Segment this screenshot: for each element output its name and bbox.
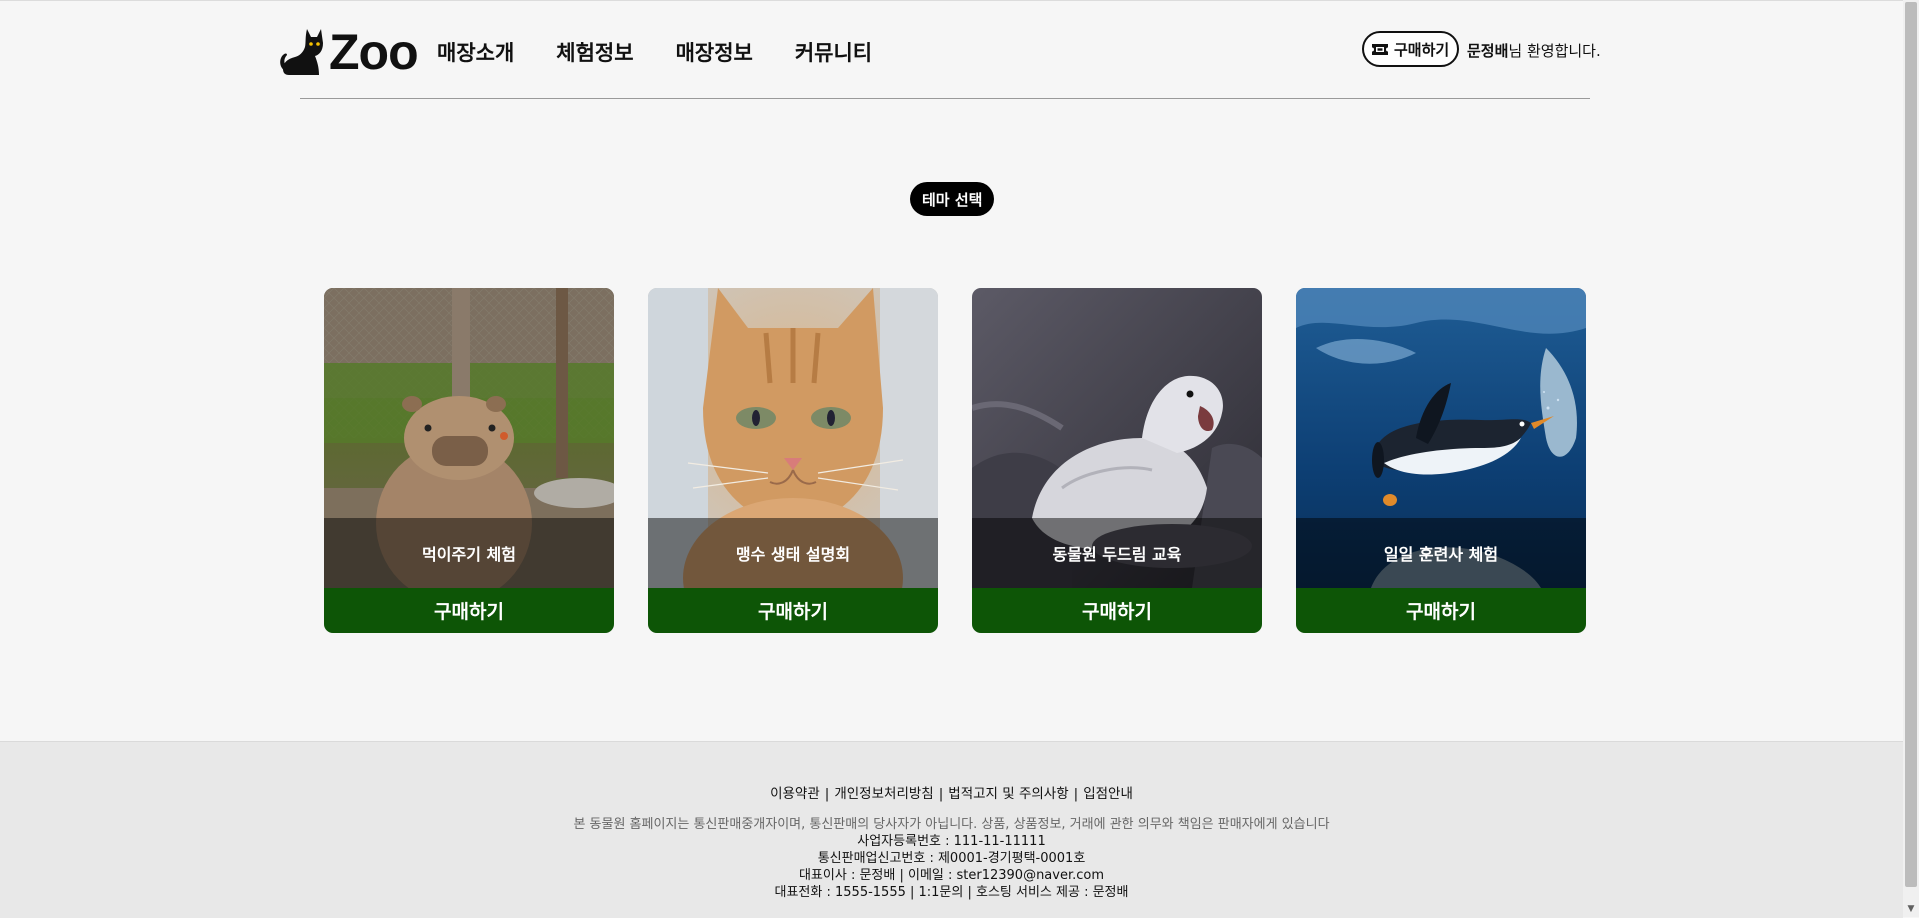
footer-link-privacy[interactable]: 개인정보처리방침 xyxy=(834,786,933,802)
footer-link-separator: | xyxy=(824,786,830,802)
cat-logo-icon xyxy=(280,29,323,75)
footer-notice: 본 동물원 홈페이지는 통신판매중개자이며, 통신판매의 당사자가 아닙니다. … xyxy=(573,817,1330,832)
theme-select-badge: 테마 선택 xyxy=(910,182,995,216)
footer-link-separator: | xyxy=(938,786,944,802)
card-title: 일일 훈련사 체험 xyxy=(1296,518,1586,588)
card-buy-button[interactable]: 구매하기 xyxy=(972,588,1262,633)
footer-ecommerce-number: 통신판매업신고번호 : 제0001-경기평택-0001호 xyxy=(817,851,1086,866)
footer-links: 이용약관 | 개인정보처리방침 | 법적고지 및 주의사항 | 입점안내 xyxy=(0,782,1903,802)
site-header: Zoo 매장소개 체험정보 매장정보 커뮤니티 구매하기 문정배님 환영합니다. xyxy=(0,0,1903,100)
site-footer: 이용약관 | 개인정보처리방침 | 법적고지 및 주의사항 | 입점안내 본 동물원 홈페이… xyxy=(0,741,1903,918)
nav-experience-info[interactable]: 체험정보 xyxy=(556,37,633,67)
footer-business-number: 사업자등록번호 : 111-11-11111 xyxy=(857,834,1046,849)
experience-cards: 먹이주기 체험 구매하기 맹수 생태 설명회 구매하기 동물원 두드림 교육 구… xyxy=(324,288,1586,633)
footer-ceo-email: 대표이사 : 문정배 | 이메일 : ster12390@naver.com xyxy=(798,868,1105,883)
welcome-user-name: 문정배 xyxy=(1467,42,1509,60)
nav-store-info[interactable]: 매장정보 xyxy=(676,37,753,67)
card-title: 먹이주기 체험 xyxy=(324,518,614,588)
welcome-message: 문정배님 환영합니다. xyxy=(1467,40,1601,61)
vertical-scrollbar[interactable]: ▼ xyxy=(1903,0,1919,917)
main-nav: 매장소개 체험정보 매장정보 커뮤니티 xyxy=(437,37,872,67)
experience-card: 먹이주기 체험 구매하기 xyxy=(324,288,614,633)
footer-phone-hosting: 대표전화 : 1555-1555 | 1:1문의 | 호스팅 서비스 제공 : … xyxy=(774,885,1129,900)
logo-text: Zoo xyxy=(329,24,419,80)
card-buy-button[interactable]: 구매하기 xyxy=(324,588,614,633)
ticket-icon xyxy=(1372,43,1388,55)
footer-link-legal[interactable]: 법적고지 및 주의사항 xyxy=(948,786,1068,802)
card-buy-button[interactable]: 구매하기 xyxy=(1296,588,1586,633)
scroll-down-arrow-icon[interactable]: ▼ xyxy=(1903,901,1919,917)
site-logo[interactable]: Zoo xyxy=(277,24,419,80)
header-divider xyxy=(300,98,1590,99)
footer-link-separator: | xyxy=(1073,786,1079,802)
card-title: 맹수 생태 설명회 xyxy=(648,518,938,588)
experience-card: 맹수 생태 설명회 구매하기 xyxy=(648,288,938,633)
card-title: 동물원 두드림 교육 xyxy=(972,518,1262,588)
footer-link-terms[interactable]: 이용약관 xyxy=(770,786,820,802)
header-buy-label: 구매하기 xyxy=(1394,40,1450,59)
experience-card: 동물원 두드림 교육 구매하기 xyxy=(972,288,1262,633)
experience-card: 일일 훈련사 체험 구매하기 xyxy=(1296,288,1586,633)
nav-store-intro[interactable]: 매장소개 xyxy=(437,37,514,67)
welcome-suffix: 님 환영합니다. xyxy=(1508,42,1601,60)
nav-community[interactable]: 커뮤니티 xyxy=(795,37,872,67)
scrollbar-thumb[interactable] xyxy=(1905,2,1917,887)
header-buy-button[interactable]: 구매하기 xyxy=(1362,31,1460,67)
footer-link-partner[interactable]: 입점안내 xyxy=(1083,786,1133,802)
card-buy-button[interactable]: 구매하기 xyxy=(648,588,938,633)
footer-company-info: 본 동물원 홈페이지는 통신판매중개자이며, 통신판매의 당사자가 아닙니다. … xyxy=(0,816,1903,901)
